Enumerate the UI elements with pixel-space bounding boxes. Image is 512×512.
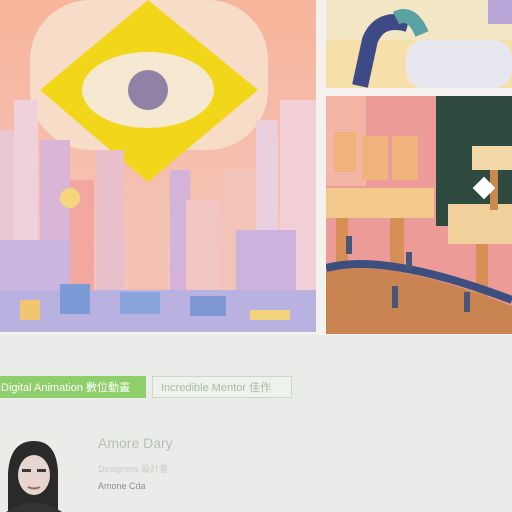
designer-subtitle: Amone Cda bbox=[98, 481, 146, 491]
artwork-eye-city-image[interactable] bbox=[0, 0, 316, 332]
designer-role: Designers 設計者 bbox=[98, 464, 169, 474]
designer-avatar bbox=[0, 433, 68, 512]
artwork-sky-pipes-image[interactable] bbox=[326, 0, 512, 88]
award-tag[interactable]: Incredible Mentor 佳作 bbox=[152, 376, 292, 398]
category-tag[interactable]: Digital Animation 數位動畫 bbox=[0, 376, 146, 398]
artwork-wooden-platforms-image[interactable] bbox=[326, 96, 512, 334]
award-tags: Digital Animation 數位動畫 Incredible Mentor… bbox=[0, 376, 292, 398]
designer-name: Amore Dary bbox=[98, 435, 173, 451]
artwork-gallery bbox=[0, 0, 512, 335]
